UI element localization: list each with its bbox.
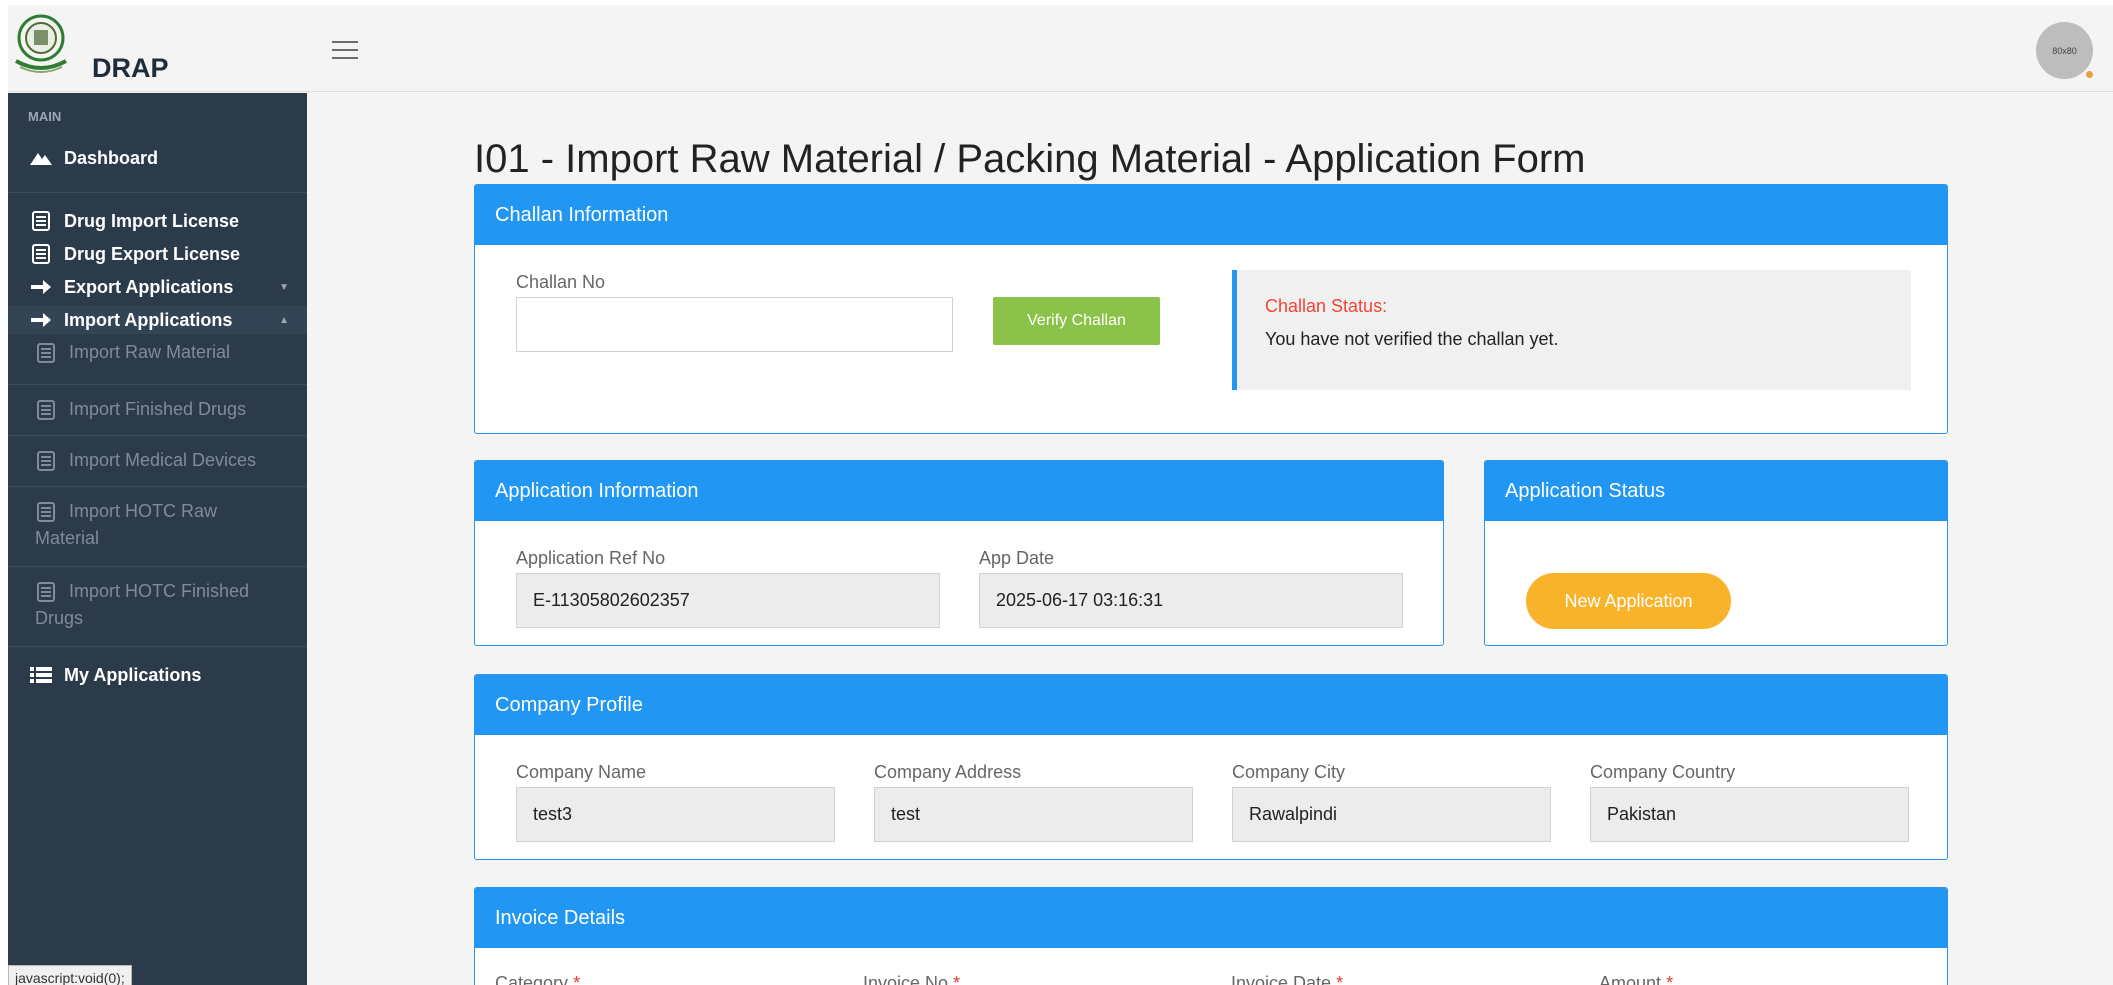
sidebar-item-label: Drug Export License bbox=[64, 243, 241, 264]
invoice-no-label-text: Invoice No bbox=[863, 973, 949, 985]
app-date-label: App Date bbox=[979, 548, 1055, 568]
drap-logo bbox=[15, 14, 67, 73]
document-icon bbox=[28, 211, 54, 231]
document-icon bbox=[35, 450, 57, 471]
arrow-right-icon bbox=[28, 311, 54, 329]
chevron-up-icon: ▲ bbox=[279, 314, 289, 326]
challan-status-box: Challan Status: You have not verified th… bbox=[1232, 270, 1911, 390]
invoice-no-label: Invoice No * bbox=[863, 973, 960, 985]
subitem-label: Import Raw Material bbox=[69, 342, 231, 362]
company-name-label: Company Name bbox=[516, 762, 647, 782]
chevron-down-icon: ▼ bbox=[279, 281, 289, 293]
sidebar-item-drug-export-license[interactable]: Drug Export License bbox=[8, 240, 307, 268]
sidebar-subitem-import-raw-material[interactable]: Import Raw Material bbox=[8, 338, 307, 385]
subitem-label-line2: Drugs bbox=[35, 608, 84, 628]
challan-no-input[interactable] bbox=[516, 297, 953, 352]
category-label-text: Category bbox=[495, 973, 569, 985]
sidebar-subitem-import-medical-devices[interactable]: Import Medical Devices bbox=[8, 436, 307, 487]
application-ref-field: E-11305802602357 bbox=[516, 573, 940, 628]
sidebar-item-drug-import-license[interactable]: Drug Import License bbox=[8, 207, 307, 235]
arrow-right-icon bbox=[28, 278, 54, 296]
company-country-label: Company Country bbox=[1590, 762, 1736, 782]
panel-title: Company Profile bbox=[475, 675, 1947, 735]
online-status-dot bbox=[2084, 69, 2095, 80]
document-icon bbox=[28, 244, 54, 264]
page-title: I01 - Import Raw Material / Packing Mate… bbox=[474, 137, 1586, 181]
sidebar-item-label: Import Applications bbox=[64, 309, 233, 330]
amount-label: Amount * bbox=[1599, 973, 1673, 985]
panel-title: Challan Information bbox=[475, 185, 1947, 245]
invoice-date-label: Invoice Date * bbox=[1231, 973, 1343, 985]
sidebar-subitem-import-hotc-raw-material[interactable]: Import HOTC Raw Material bbox=[8, 487, 307, 567]
challan-status-label: Challan Status: bbox=[1265, 296, 1388, 316]
app-frame: DRAP 80x80 MAIN Dashboard Drug Import Li… bbox=[8, 5, 2113, 985]
panel-title: Invoice Details bbox=[475, 888, 1947, 948]
company-city-label: Company City bbox=[1232, 762, 1346, 782]
list-icon bbox=[28, 666, 54, 684]
mountain-icon bbox=[28, 151, 54, 165]
required-mark: * bbox=[1666, 973, 1674, 985]
subitem-label-line2: Material bbox=[35, 528, 100, 548]
document-icon bbox=[35, 342, 57, 363]
sidebar-subitem-import-hotc-finished-drugs[interactable]: Import HOTC Finished Drugs bbox=[8, 567, 307, 647]
sidebar-item-dashboard[interactable]: Dashboard bbox=[8, 143, 307, 173]
application-status-badge: New Application bbox=[1526, 573, 1731, 629]
sidebar-item-export-applications[interactable]: Export Applications ▼ bbox=[8, 273, 307, 301]
challan-status-text: You have not verified the challan yet. bbox=[1265, 329, 1559, 349]
document-icon bbox=[35, 581, 57, 602]
company-country-field: Pakistan bbox=[1590, 787, 1909, 842]
brand-name: DRAP bbox=[92, 53, 169, 83]
browser-status-bar: javascript:void(0); bbox=[8, 965, 132, 985]
menu-toggle-icon[interactable] bbox=[332, 41, 358, 61]
subitem-label: Import Finished Drugs bbox=[69, 399, 247, 419]
subitem-label: Import Medical Devices bbox=[69, 450, 257, 470]
app-date-field: 2025-06-17 03:16:31 bbox=[979, 573, 1403, 628]
sidebar-item-import-applications[interactable]: Import Applications ▲ bbox=[8, 306, 307, 334]
sidebar-item-label: Dashboard bbox=[64, 147, 159, 168]
sidebar-divider bbox=[8, 192, 307, 193]
sidebar-item-label: Drug Import License bbox=[64, 210, 240, 231]
amount-label-text: Amount bbox=[1599, 973, 1662, 985]
document-icon bbox=[35, 399, 57, 420]
application-ref-label: Application Ref No bbox=[516, 548, 666, 568]
company-profile-panel: Company Profile Company Name test3 Compa… bbox=[474, 674, 1948, 860]
sidebar-item-label: My Applications bbox=[64, 664, 202, 685]
sidebar-item-my-applications[interactable]: My Applications bbox=[8, 661, 307, 689]
required-mark: * bbox=[1336, 973, 1344, 985]
panel-title: Application Information bbox=[475, 461, 1443, 521]
panel-title: Application Status bbox=[1485, 461, 1947, 521]
subitem-label: Import HOTC Finished bbox=[69, 581, 250, 601]
invoice-details-panel: Invoice Details Category * Invoice No * … bbox=[474, 887, 1948, 985]
challan-no-label: Challan No bbox=[516, 272, 606, 292]
sidebar-subitem-import-finished-drugs[interactable]: Import Finished Drugs bbox=[8, 385, 307, 436]
company-address-field: test bbox=[874, 787, 1193, 842]
application-info-panel: Application Information Application Ref … bbox=[474, 460, 1444, 646]
application-status-panel: Application Status New Application bbox=[1484, 460, 1948, 646]
sidebar: MAIN Dashboard Drug Import License Drug … bbox=[8, 93, 307, 985]
challan-panel: Challan Information Challan No Verify Ch… bbox=[474, 184, 1948, 434]
invoice-date-label-text: Invoice Date bbox=[1231, 973, 1332, 985]
category-label: Category * bbox=[495, 973, 580, 985]
verify-challan-button[interactable]: Verify Challan bbox=[993, 297, 1160, 345]
company-city-field: Rawalpindi bbox=[1232, 787, 1551, 842]
sidebar-section-main: MAIN bbox=[28, 109, 62, 124]
sidebar-item-label: Export Applications bbox=[64, 276, 234, 297]
company-address-label: Company Address bbox=[874, 762, 1022, 782]
document-icon bbox=[35, 501, 57, 522]
subitem-label: Import HOTC Raw bbox=[69, 501, 218, 521]
top-header: DRAP 80x80 bbox=[8, 5, 2113, 92]
required-mark: * bbox=[573, 973, 581, 985]
required-mark: * bbox=[953, 973, 961, 985]
company-name-field: test3 bbox=[516, 787, 835, 842]
